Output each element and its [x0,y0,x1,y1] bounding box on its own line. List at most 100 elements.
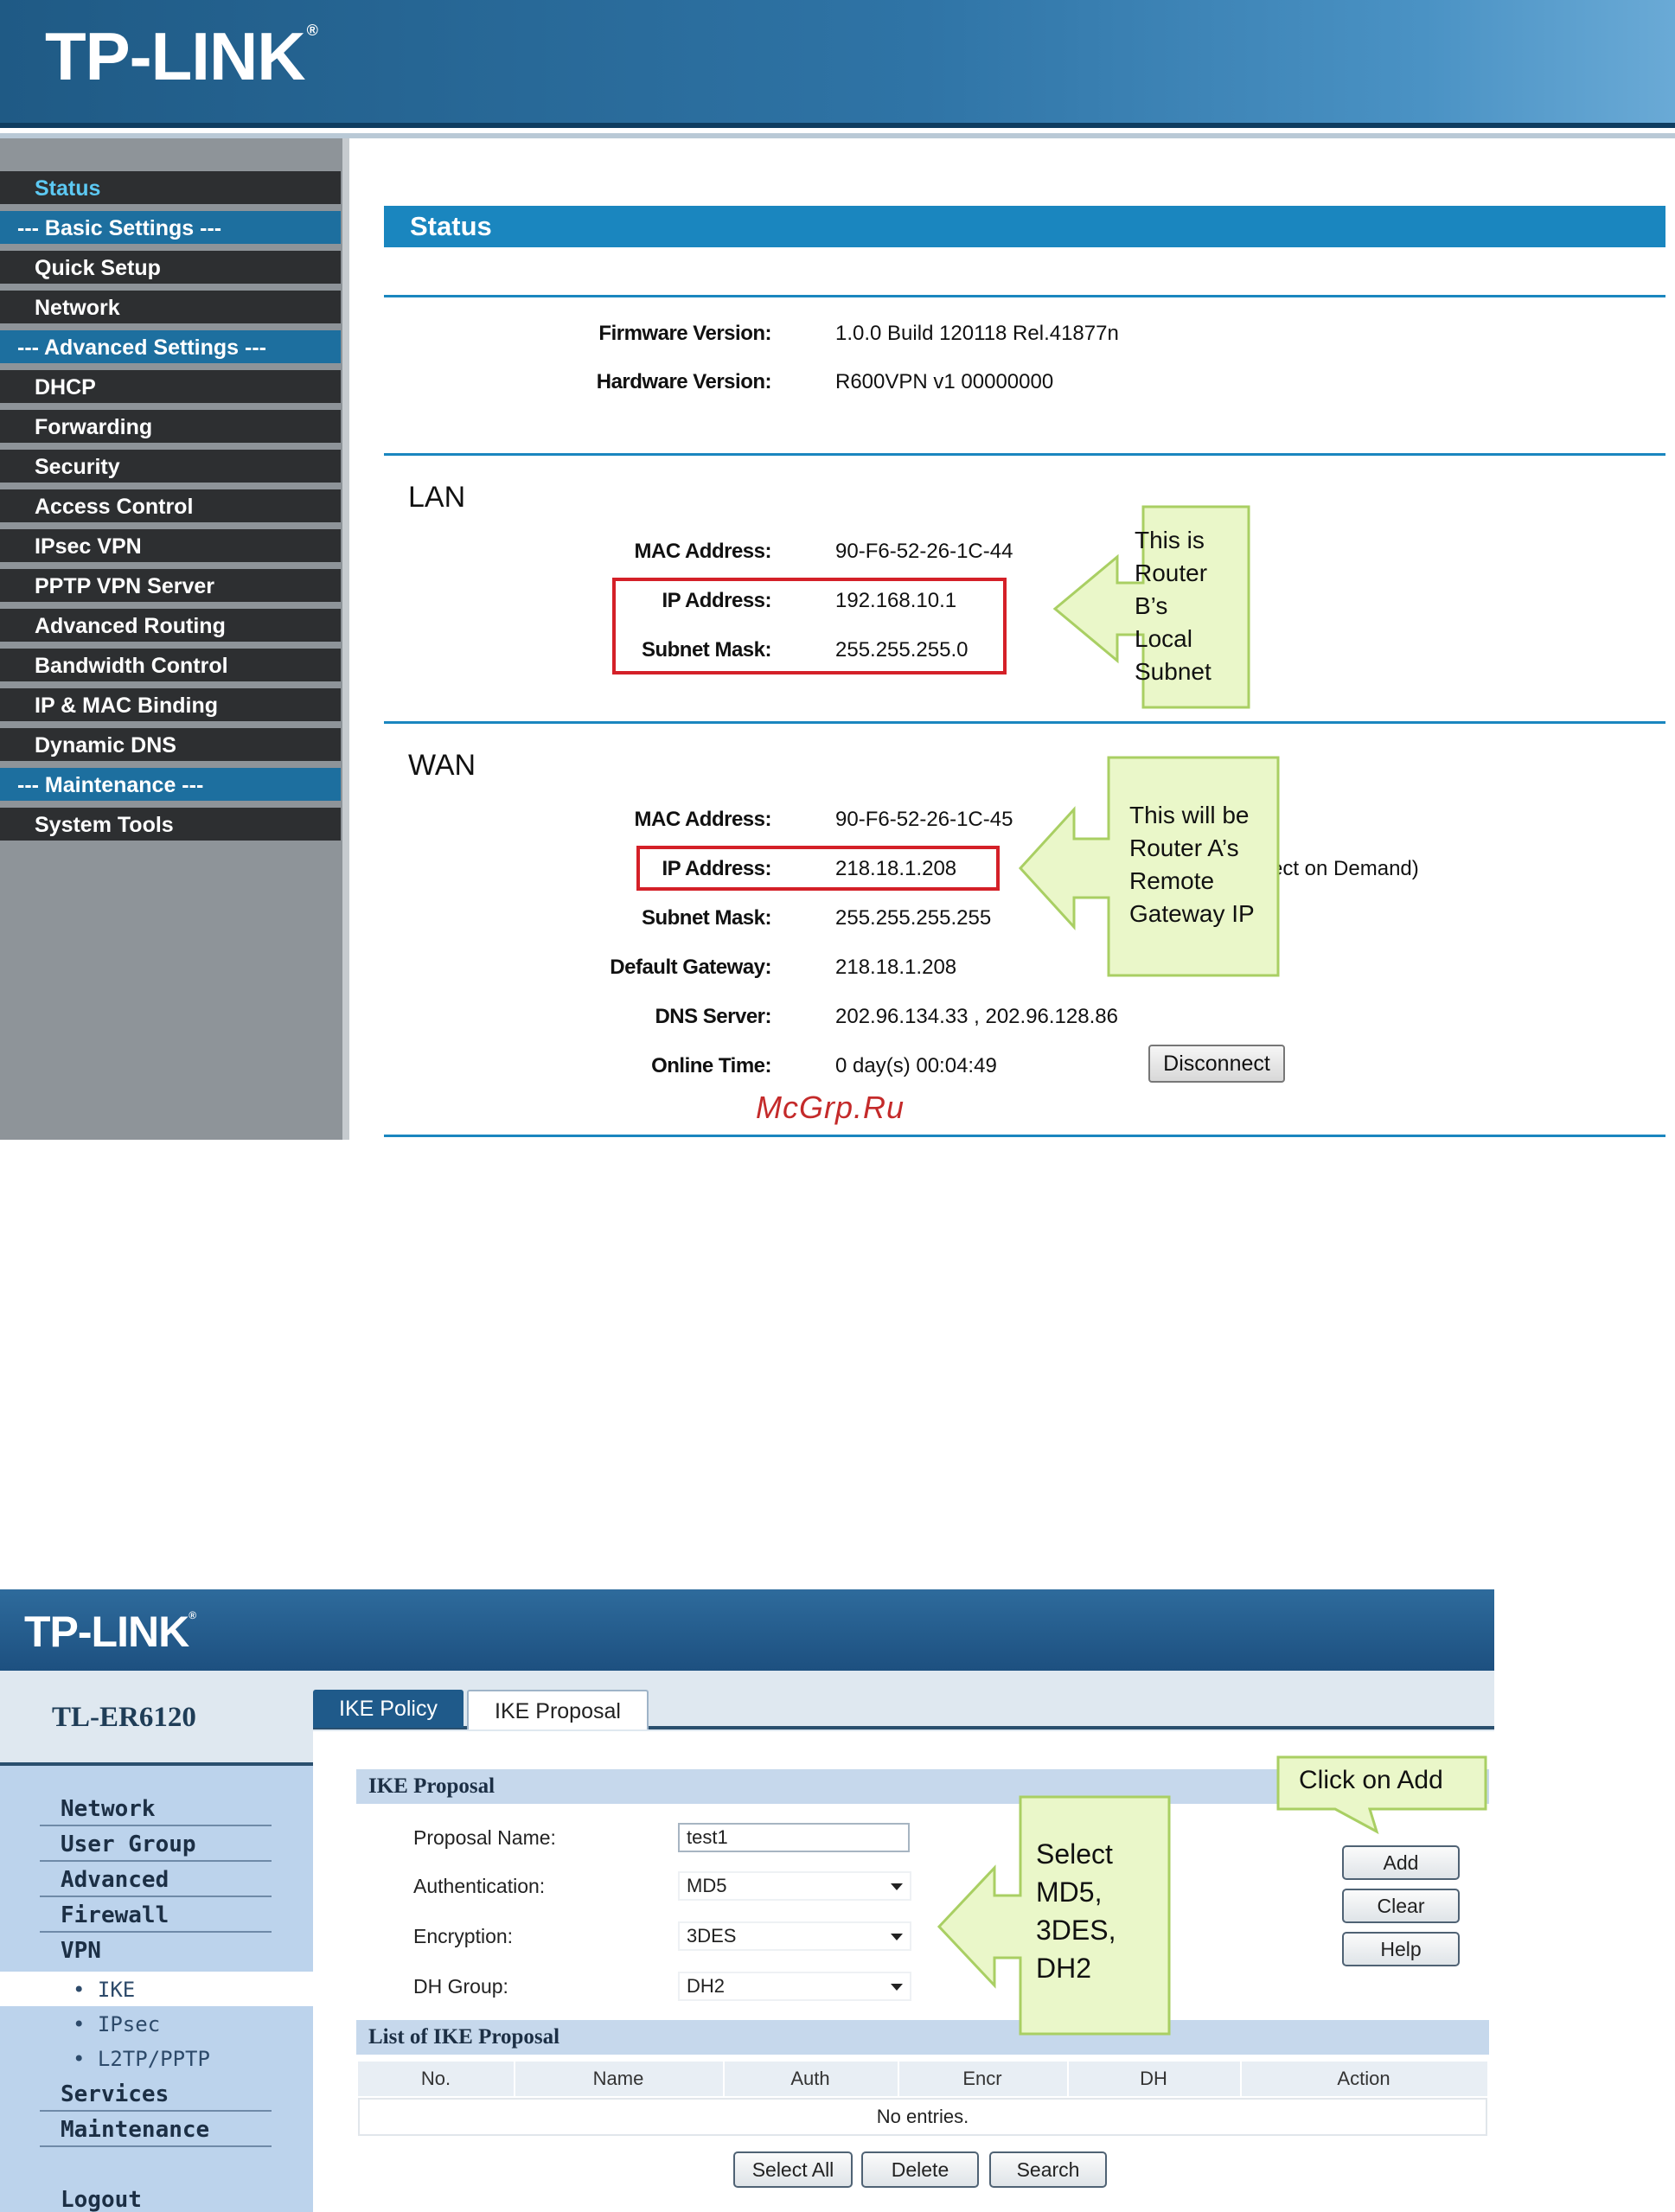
menu-item-system-tools[interactable]: System Tools [0,808,341,844]
column-separator [1240,2062,1242,2096]
divider [384,721,1665,724]
wan-mac-value: 90-F6-52-26-1C-45 [835,808,1013,831]
lan-highlight-box [612,578,1007,674]
callout-select-text: Select MD5, 3DES, DH2 [1036,1838,1116,1984]
column-header-auth: Auth [790,2068,830,2089]
column-header-encr: Encr [962,2068,1002,2089]
menu-section-advanced-settings: --- Advanced Settings --- [0,330,341,367]
column-separator [898,2062,899,2096]
wan-mac-label: MAC Address: [634,808,772,831]
chevron-down-icon [891,1934,903,1940]
table-empty-row: No entries. [358,2098,1487,2136]
delete-button[interactable]: Delete [861,2151,979,2188]
column-separator [1067,2062,1069,2096]
menu-section-basic-settings: --- Basic Settings --- [0,211,341,247]
chevron-down-icon [891,1984,903,1991]
add-button[interactable]: Add [1342,1845,1460,1880]
menu-item-dhcp[interactable]: DHCP [0,370,341,406]
list-section-title: List of IKE Proposal [368,2025,560,2049]
column-header-no: No. [420,2068,451,2089]
callout-wan-text: This will be Router A’s Remote Gateway I… [1129,802,1255,927]
callout-lan-text: This is Router B’s Local Subnet [1135,527,1211,685]
router-a-header [0,1589,1494,1671]
nav-selected-highlight [0,1972,313,2006]
menu-item-ip-mac-binding[interactable]: IP & MAC Binding [0,688,341,725]
ike-proposal-section-title: IKE Proposal [368,1774,495,1798]
select-all-button[interactable]: Select All [733,2151,853,2188]
disconnect-button[interactable]: Disconnect [1148,1045,1285,1083]
lan-section-title: LAN [408,481,466,514]
search-button[interactable]: Search [989,2151,1107,2188]
nav-vpn[interactable]: VPN [40,1935,272,1966]
firmware-value: 1.0.0 Build 120118 Rel.41877n [835,322,1119,345]
divider [384,295,1665,297]
page-title: Status [410,211,492,241]
menu-item-dynamic-dns[interactable]: Dynamic DNS [0,728,341,764]
tp-link-logo: TP-LINK® [24,1608,196,1656]
clear-button[interactable]: Clear [1342,1889,1460,1923]
wan-mask-label: Subnet Mask: [641,906,772,930]
status-title-bar [384,206,1665,247]
hardware-value: R600VPN v1 00000000 [835,370,1054,393]
firmware-label: Firmware Version: [598,322,771,345]
wan-gateway-label: Default Gateway: [610,956,771,979]
menu-item-network[interactable]: Network [0,291,341,327]
nav-vpn-l2tp-pptp[interactable]: • L2TP/PPTP [73,2044,210,2074]
nav-advanced[interactable]: Advanced [40,1864,272,1897]
menu-section-maintenance: --- Maintenance --- [0,768,341,804]
nav-services[interactable]: Services [40,2079,272,2112]
encryption-label: Encryption: [413,1925,514,1947]
menu-item-access-control[interactable]: Access Control [0,489,341,526]
dh-group-select[interactable]: DH2 [678,1972,911,2001]
column-separator [723,2062,725,2096]
menu-item-security[interactable]: Security [0,450,341,486]
menu-item-quick-setup[interactable]: Quick Setup [0,251,341,287]
help-button[interactable]: Help [1342,1932,1460,1966]
wan-dns-label: DNS Server: [655,1005,771,1028]
wan-online-label: Online Time: [651,1054,771,1077]
nav-user-group[interactable]: User Group [40,1829,272,1862]
callout-add-text: Click on Add [1299,1766,1443,1794]
menu-item-pptp-vpn-server[interactable]: PPTP VPN Server [0,569,341,605]
menu-item-status[interactable]: Status [0,171,341,208]
divider [384,1135,1665,1137]
nav-logout[interactable]: Logout [40,2184,272,2212]
nav-vpn-ipsec[interactable]: • IPsec [73,2010,160,2039]
nav-firewall[interactable]: Firewall [40,1900,272,1933]
divider [384,453,1665,456]
lan-mac-value: 90-F6-52-26-1C-44 [835,540,1013,563]
encryption-select[interactable]: 3DES [678,1921,911,1951]
column-header-dh: DH [1140,2068,1167,2089]
hardware-label: Hardware Version: [596,370,772,393]
chevron-down-icon [891,1883,903,1890]
proposal-name-label: Proposal Name: [413,1826,556,1849]
nav-maintenance[interactable]: Maintenance [40,2114,272,2147]
tab-ike-proposal[interactable]: IKE Proposal [467,1690,649,1729]
menu-item-forwarding[interactable]: Forwarding [0,410,341,446]
nav-network[interactable]: Network [40,1793,272,1826]
authentication-select[interactable]: MD5 [678,1871,911,1901]
dh-group-label: DH Group: [413,1975,508,1998]
screenshot-page: TP-LINK ® Status --- Basic Settings --- Q… [0,0,1675,2212]
wan-dns-value: 202.96.134.33 , 202.96.128.86 [835,1005,1118,1028]
nav-vpn-ike[interactable]: • IKE [73,1975,135,2004]
lan-mac-label: MAC Address: [634,540,772,563]
column-header-name: Name [592,2068,644,2089]
model-name: TL-ER6120 [52,1702,196,1733]
watermark: McGrp.Ru [756,1090,905,1125]
tp-link-logo: TP-LINK® [45,18,318,94]
column-separator [514,2062,515,2096]
wan-ip-highlight-box [636,846,1000,891]
wan-mask-value: 255.255.255.255 [835,906,992,930]
column-header-action: Action [1337,2068,1391,2089]
proposal-name-input[interactable]: test1 [678,1823,910,1852]
wan-gateway-value: 218.18.1.208 [835,956,957,979]
menu-item-ipsec-vpn[interactable]: IPsec VPN [0,529,341,566]
router-b-sidebar: Status --- Basic Settings --- Quick Setu… [0,138,346,1140]
menu-item-advanced-routing[interactable]: Advanced Routing [0,609,341,645]
wan-connection-type-partial: ect on Demand) [1271,857,1419,880]
wan-section-title: WAN [408,749,476,782]
authentication-label: Authentication: [413,1875,546,1897]
tab-ike-policy[interactable]: IKE Policy [313,1690,464,1728]
menu-item-bandwidth-control[interactable]: Bandwidth Control [0,649,341,685]
